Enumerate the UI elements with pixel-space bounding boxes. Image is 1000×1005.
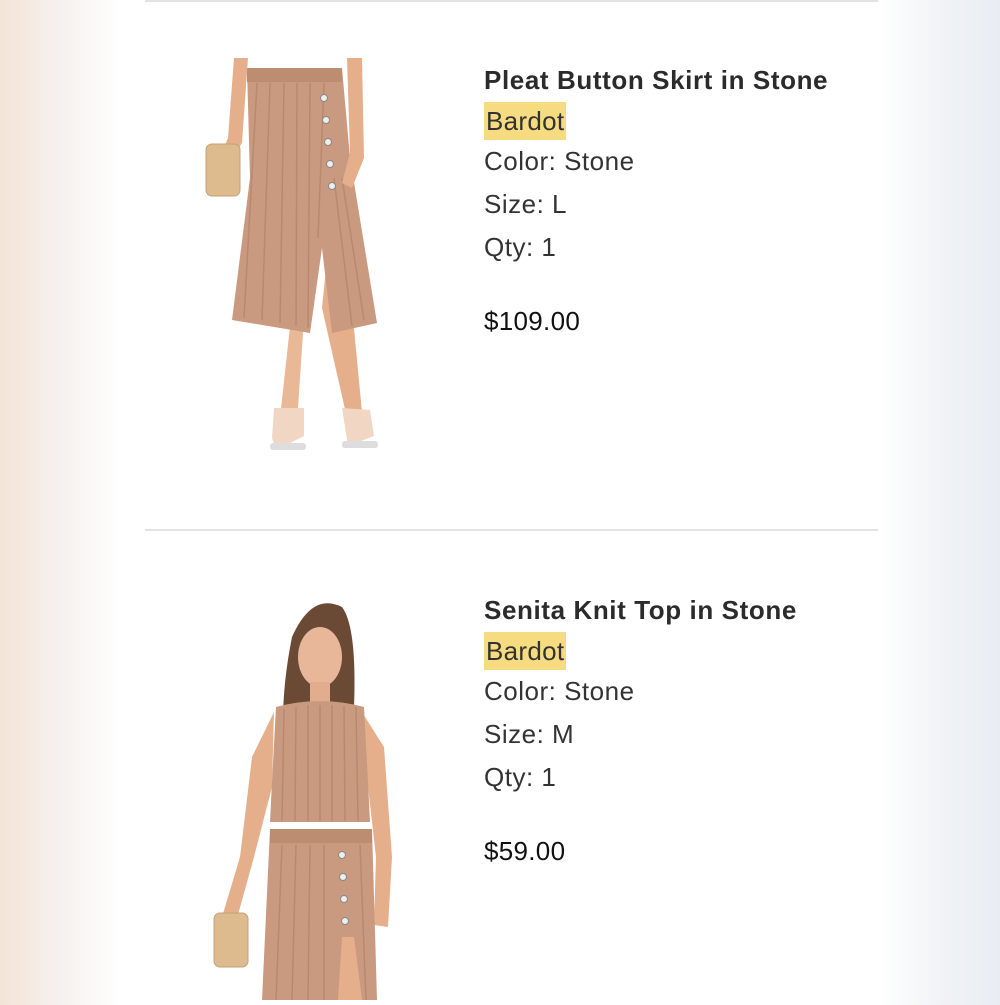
- item-details: Pleat Button Skirt in Stone Bardot Color…: [484, 58, 828, 337]
- order-items-panel: Pleat Button Skirt in Stone Bardot Color…: [122, 0, 878, 1001]
- item-title[interactable]: Pleat Button Skirt in Stone: [484, 58, 828, 102]
- item-qty: Qty: 1: [484, 232, 557, 262]
- skirt-product-image[interactable]: [192, 58, 452, 462]
- brand-name[interactable]: Bardot: [484, 632, 567, 670]
- top-product-image[interactable]: [192, 597, 452, 1001]
- item-price: $109.00: [484, 306, 581, 336]
- item-details: Senita Knit Top in Stone Bardot Color: S…: [484, 588, 797, 867]
- item-size: Size: M: [484, 719, 575, 749]
- order-item[interactable]: Senita Knit Top in Stone Bardot Color: S…: [122, 531, 878, 1001]
- item-price: $59.00: [484, 836, 566, 866]
- item-title[interactable]: Senita Knit Top in Stone: [484, 588, 797, 632]
- item-qty: Qty: 1: [484, 762, 557, 792]
- item-color: Color: Stone: [484, 676, 635, 706]
- brand-name[interactable]: Bardot: [484, 102, 567, 140]
- item-size: Size: L: [484, 189, 567, 219]
- order-item[interactable]: Pleat Button Skirt in Stone Bardot Color…: [122, 0, 878, 530]
- item-color: Color: Stone: [484, 146, 635, 176]
